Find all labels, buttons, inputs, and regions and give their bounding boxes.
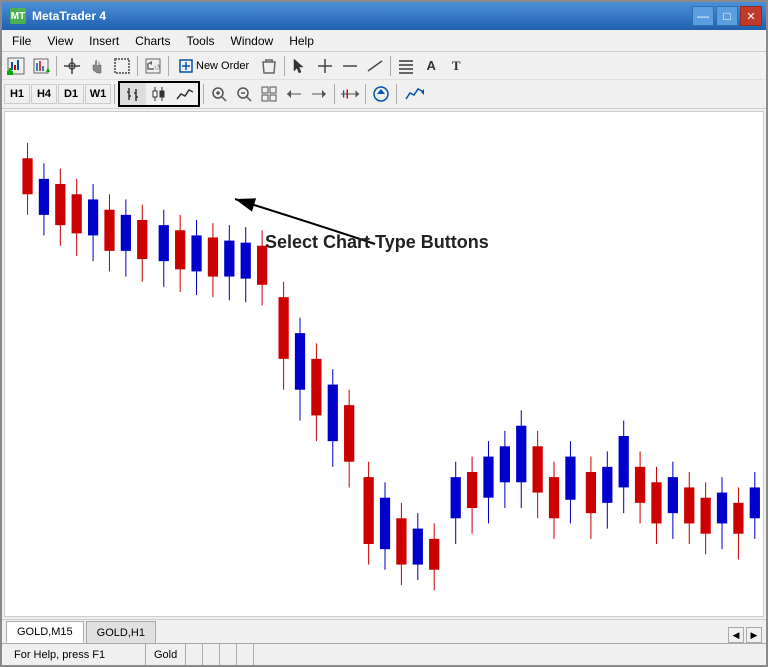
close-button[interactable]: ✕ [740,6,762,26]
timeframe-h1[interactable]: H1 [4,84,30,104]
chart-shift-button[interactable] [338,83,362,105]
menu-bar: File View Insert Charts Tools Window Hel… [2,30,766,52]
annotation-text: Select Chart Type Buttons [265,232,489,252]
hand-tool-button[interactable] [85,55,109,77]
zoom-in-button[interactable] [207,83,231,105]
status-section-5 [220,644,237,665]
scroll-right-button[interactable] [307,83,331,105]
toolbars: ↺ New Order [2,52,766,109]
separator-1 [56,56,57,76]
objects-list-button[interactable] [394,55,418,77]
menu-tools[interactable]: Tools [179,32,223,50]
status-section-4 [203,644,220,665]
separator-5 [390,56,391,76]
dash-tool-button[interactable] [338,55,362,77]
toolbar-row-2: H1 H4 D1 W1 [2,80,766,108]
text-label-A[interactable]: A [419,55,443,77]
tabs-next-button[interactable]: ▶ [746,627,762,643]
separator-7 [203,84,204,104]
menu-view[interactable]: View [39,32,81,50]
menu-window[interactable]: Window [223,32,282,50]
chart-area[interactable]: Select Chart Type Buttons [4,111,764,617]
zoom-select-button[interactable] [110,55,134,77]
separator-3 [168,56,169,76]
title-controls: — □ ✕ [692,6,762,26]
menu-insert[interactable]: Insert [81,32,127,50]
menu-help[interactable]: Help [281,32,322,50]
menu-file[interactable]: File [4,32,39,50]
status-section-3 [186,644,203,665]
auto-scroll-button[interactable] [369,83,393,105]
timeframe-h4[interactable]: H4 [31,84,57,104]
bar-chart-button[interactable] [120,83,146,105]
plus-cursor-button[interactable] [313,55,337,77]
svg-text:↺: ↺ [154,63,161,72]
undo-button[interactable]: ↺ [141,55,165,77]
tabs-nav: ◀ ▶ [728,627,766,643]
minimize-button[interactable]: — [692,6,714,26]
maximize-button[interactable]: □ [716,6,738,26]
chart-annotation: Select Chart Type Buttons [265,232,489,253]
menu-charts[interactable]: Charts [127,32,178,50]
status-section-6 [237,644,254,665]
scroll-left-button[interactable] [282,83,306,105]
timeframe-w1[interactable]: W1 [85,84,111,104]
separator-10 [396,84,397,104]
candlestick-chart-button[interactable] [146,83,172,105]
title-bar: MT MetaTrader 4 — □ ✕ [2,2,766,30]
title-bar-left: MT MetaTrader 4 [10,8,106,24]
separator-4 [284,56,285,76]
new-chart-button[interactable] [4,55,28,77]
separator-2 [137,56,138,76]
toolbar-row-1: ↺ New Order [2,52,766,80]
delete-object-button[interactable] [257,55,281,77]
line-chart-button[interactable] [172,83,198,105]
separator-9 [365,84,366,104]
status-help-text: For Help, press F1 [6,644,146,665]
timeframe-d1[interactable]: D1 [58,84,84,104]
arrow-cursor-button[interactable] [288,55,312,77]
crosshair-button[interactable] [60,55,84,77]
grid-toggle-button[interactable] [257,83,281,105]
window-title: MetaTrader 4 [32,9,106,23]
tab-gold-h1-label: GOLD,H1 [97,627,145,639]
separator-8 [334,84,335,104]
new-order-button[interactable]: New Order [172,55,256,77]
chart-templates-button[interactable] [29,55,53,77]
status-bar: For Help, press F1 Gold [2,643,766,665]
zoom-out-button[interactable] [232,83,256,105]
tab-gold-m15-label: GOLD,M15 [17,626,73,638]
main-content: Select Chart Type Buttons GOLD,M15 GOLD,… [2,109,766,665]
template-button[interactable] [400,83,430,105]
app-icon: MT [10,8,26,24]
status-symbol: Gold [146,644,186,665]
text-label-T[interactable]: T [444,55,468,77]
tab-gold-m15[interactable]: GOLD,M15 [6,621,84,643]
main-window: MT MetaTrader 4 — □ ✕ File View Insert C… [0,0,768,667]
chart-type-group [118,81,200,107]
tab-gold-h1[interactable]: GOLD,H1 [86,621,156,643]
separator-6 [114,84,115,104]
new-order-label: New Order [196,60,249,72]
tabs-prev-button[interactable]: ◀ [728,627,744,643]
trendline-button[interactable] [363,55,387,77]
tabs-bar: GOLD,M15 GOLD,H1 ◀ ▶ [2,619,766,643]
